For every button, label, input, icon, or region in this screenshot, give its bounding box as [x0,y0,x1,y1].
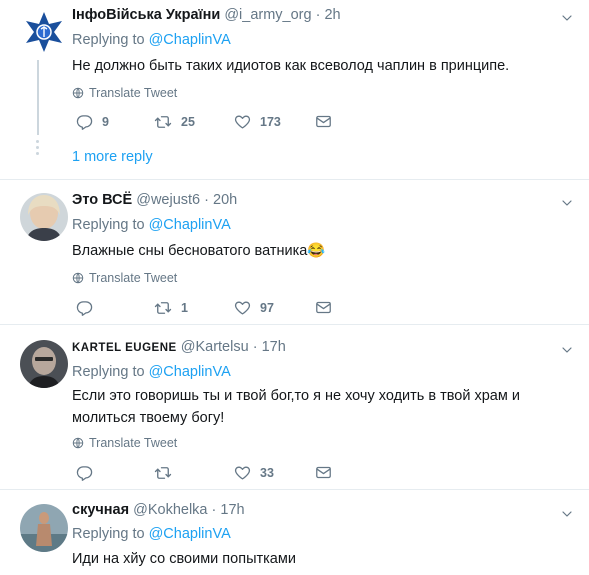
message-icon [315,299,332,316]
mention-link[interactable]: @ChaplinVA [149,526,231,542]
retweet-button[interactable]: 1 [154,299,188,317]
avatar[interactable] [20,8,68,56]
translate-tweet-link[interactable]: Translate Tweet [72,84,549,102]
user-handle[interactable]: @Kartelsu [181,339,249,355]
reply-icon [76,299,93,316]
mention-link[interactable]: @ChaplinVA [149,217,231,233]
retweet-count: 25 [181,115,195,129]
more-replies-link[interactable]: 1 more reply [72,149,153,165]
avatar[interactable] [20,193,68,241]
avatar[interactable] [20,340,68,388]
replying-to-label: Replying to [72,526,149,542]
message-icon [315,464,332,481]
chevron-down-icon[interactable] [561,344,573,356]
replying-to-label: Replying to [72,364,149,380]
timestamp[interactable]: 17h [220,502,244,518]
translate-label: Translate Tweet [89,86,178,100]
globe-icon [72,437,84,449]
reply-icon [76,464,93,481]
tweet-text: Иди на хйу со своими попытками [72,551,296,567]
replying-to: Replying to @ChaplinVA [72,362,549,382]
tweet[interactable]: скучная @Kokhelka · 17h Replying to @Cha… [0,490,589,575]
tweet-text: Влажные сны бесноватого ватника😂 [72,243,326,259]
thread-dots [36,140,40,158]
tweet-text: Не должно быть таких идиотов как всеволо… [72,58,510,74]
retweet-button[interactable] [154,464,181,482]
tweet[interactable]: ІнфоВійська України @i_army_org · 2h Rep… [0,0,589,180]
avatar-photo [20,340,68,388]
separator-dot: · [211,502,217,518]
retweet-icon [154,113,172,131]
display-name[interactable]: ІнфоВійська України [72,7,220,23]
chevron-down-icon[interactable] [561,197,573,209]
replying-to-label: Replying to [72,217,149,233]
user-handle[interactable]: @i_army_org [224,7,311,23]
timestamp[interactable]: 2h [324,7,340,23]
mention-link[interactable]: @ChaplinVA [149,32,231,48]
translate-label: Translate Tweet [89,271,178,285]
replying-to: Replying to @ChaplinVA [72,30,549,50]
army-emblem-icon [20,8,68,56]
avatar[interactable] [20,504,68,552]
avatar-photo [20,504,68,552]
user-handle[interactable]: @Kokhelka [133,502,207,518]
reply-icon [76,113,93,130]
like-icon [234,113,251,130]
display-name[interactable]: KARTEL EUGENE [72,342,177,354]
replying-to: Replying to @ChaplinVA [72,215,549,235]
globe-icon [72,272,84,284]
reply-button[interactable] [76,299,102,316]
replying-to-label: Replying to [72,32,149,48]
tweet-header: скучная @Kokhelka · 17h [72,500,549,520]
chevron-down-icon[interactable] [561,508,573,520]
replying-to: Replying to @ChaplinVA [72,524,549,544]
reply-count: 9 [102,114,109,129]
mention-link[interactable]: @ChaplinVA [149,364,231,380]
like-count: 173 [260,114,281,129]
display-name[interactable]: Это ВСЁ [72,192,132,208]
display-name[interactable]: скучная [72,502,129,518]
reply-button[interactable]: 9 [76,113,109,130]
retweet-count: 1 [181,301,188,315]
tweet-header: ІнфоВійська України @i_army_org · 2h [72,5,549,25]
message-button[interactable] [315,464,332,481]
like-count: 97 [260,300,274,315]
separator-dot: · [315,7,321,23]
like-button[interactable]: 173 [234,113,281,130]
chevron-down-icon[interactable] [561,12,573,24]
like-icon [234,299,251,316]
translate-label: Translate Tweet [89,436,178,450]
like-button[interactable]: 97 [234,299,274,316]
tweet-header: Это ВСЁ @wejust6 · 20h [72,190,549,210]
message-button[interactable] [315,113,332,130]
timestamp[interactable]: 17h [262,339,286,355]
separator-dot: · [252,339,258,355]
retweet-icon [154,464,172,482]
retweet-button[interactable]: 25 [154,113,195,131]
tweet-header: KARTEL EUGENE @Kartelsu · 17h [72,337,549,357]
tweet[interactable]: KARTEL EUGENE @Kartelsu · 17h Replying t… [0,325,589,490]
separator-dot: · [204,192,209,208]
like-count: 33 [260,465,274,480]
user-handle[interactable]: @wejust6 [136,192,200,208]
tweet-text: Если это говоришь ты и твой бог,то я не … [72,388,520,426]
globe-icon [72,87,84,99]
message-icon [315,113,332,130]
timestamp[interactable]: 20h [213,192,237,208]
thread-line [37,60,39,135]
like-icon [234,464,251,481]
retweet-icon [154,299,172,317]
reply-button[interactable] [76,464,102,481]
tweet[interactable]: Это ВСЁ @wejust6 · 20h Replying to @Chap… [0,180,589,325]
avatar-photo [20,193,68,241]
message-button[interactable] [315,299,332,316]
translate-tweet-link[interactable]: Translate Tweet [72,434,549,452]
like-button[interactable]: 33 [234,464,274,481]
translate-tweet-link[interactable]: Translate Tweet [72,269,549,287]
